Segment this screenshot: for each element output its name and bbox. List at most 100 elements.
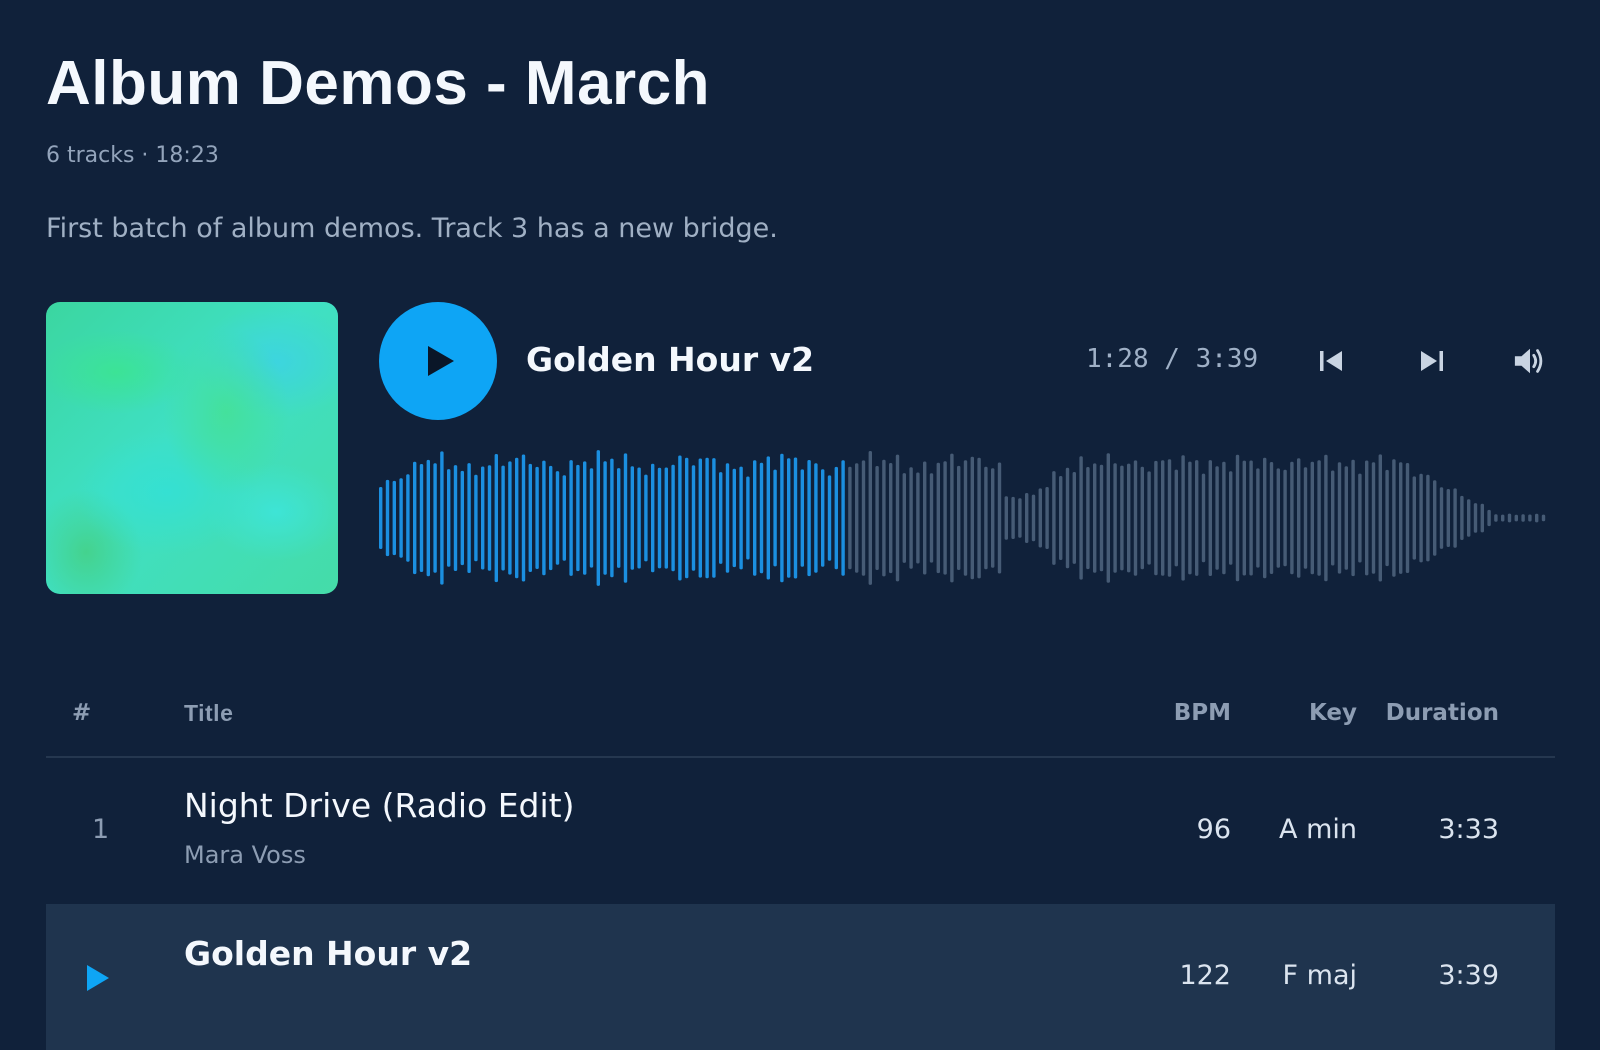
track-row-active[interactable]: Golden Hour v2 122 F maj 3:39 [46,904,1555,1050]
track-row[interactable]: 1 Night Drive (Radio Edit) Mara Voss 96 … [46,758,1555,904]
waveform-bar-played [467,463,471,573]
waveform-bar [875,466,879,570]
waveform-bar [1439,487,1444,549]
waveform-bar-played [821,469,825,567]
waveform-bar [1297,458,1301,578]
waveform-bar [1405,463,1410,573]
waveform-bar [1276,468,1280,568]
waveform-bar-played [413,461,417,575]
waveform-bar [1263,457,1267,579]
waveform-bar [1086,467,1090,570]
waveform-bar [1371,462,1376,574]
waveform-bar-played [691,465,696,571]
waveform-bar [1215,466,1219,570]
waveform-bar [868,451,872,585]
waveform-bar [1065,467,1070,569]
waveform-bar-played [780,453,784,583]
header-bpm: BPM [1173,700,1231,726]
waveform-bar-played [637,467,641,569]
waveform-bar [1419,473,1423,563]
waveform-scrubber[interactable] [379,445,1555,591]
waveform-bar-played [589,468,594,568]
now-playing-title: Golden Hour v2 [526,340,815,379]
previous-track-button[interactable] [1314,344,1348,378]
waveform-bar-played [617,468,621,568]
waveform-bar [1072,472,1076,564]
waveform-bar [1242,460,1246,576]
waveform-bar-played [494,454,498,583]
waveform-bar [1365,460,1369,576]
waveform-bar [1167,459,1172,577]
waveform-bar [1514,514,1518,522]
waveform-bar [1433,480,1437,556]
track-artist: Mara Voss [184,841,306,869]
waveform-bar [963,460,968,576]
waveform-bar [1324,454,1328,582]
waveform-bar [909,467,913,569]
track-duration: 3:33 [1438,814,1499,845]
playlist-page: Album Demos - March 6 tracks · 18:23 Fir… [46,0,1555,1050]
waveform-bar [923,461,927,575]
waveform-bar-played [385,479,390,557]
volume-button[interactable] [1513,344,1547,378]
waveform-bar [957,465,961,570]
waveform-bar [1303,467,1308,569]
waveform-bar-played [379,487,383,549]
waveform-bar [977,457,981,579]
waveform-bar [1290,461,1294,575]
waveform-bar [1031,494,1036,542]
waveform-bar [1473,503,1478,533]
playlist-description: First batch of album demos. Track 3 has … [46,213,778,244]
waveform-bar-played [569,460,573,576]
waveform-bar [1147,471,1151,565]
waveform-bar-played [542,460,546,576]
waveform-bar [1052,471,1056,565]
waveform-bar [1283,469,1287,567]
track-number: 1 [92,814,110,845]
track-title: Night Drive (Radio Edit) [184,786,575,825]
waveform-bar-played [753,460,757,576]
waveform-bar [1161,460,1165,576]
waveform-bar-played [698,458,702,578]
waveform-bar [1127,463,1131,573]
waveform-bar [1174,469,1178,567]
waveform-bar-played [678,455,682,581]
waveform-bar-played [515,457,519,579]
waveform-bar [895,454,900,582]
waveform-bar-played [583,461,587,575]
waveform-bar-played [453,465,458,571]
waveform-bar [916,472,920,564]
waveform-bar [1521,514,1525,522]
waveform-bar [943,461,947,575]
waveform-bar-played [562,475,566,561]
track-bpm: 122 [1179,960,1231,991]
waveform-bar [1140,466,1144,570]
waveform-bar-played [508,461,512,575]
waveform-bar [936,462,940,574]
waveform-bar-played [487,465,492,571]
waveform-bar [1222,461,1226,575]
waveform-bar-played [549,465,553,571]
waveform-bar [1079,456,1083,580]
header-key: Key [1308,700,1357,726]
waveform-bar-played [807,460,811,577]
waveform-bar-played [746,476,750,560]
waveform-bar-played [535,466,539,569]
waveform-bar [1351,459,1355,577]
track-title: Golden Hour v2 [184,934,473,973]
waveform-bar [1181,455,1185,581]
playlist-title: Album Demos - March [46,49,711,118]
waveform-bar [1120,465,1124,571]
waveform-bar [1269,462,1274,574]
skip-next-icon [1421,351,1443,371]
play-button[interactable] [379,302,497,420]
waveform-bar [1133,460,1138,576]
waveform-bar [1331,470,1335,566]
waveform-bar-played [651,463,655,573]
waveform-bar-played [406,474,410,562]
waveform-bar-played [460,470,464,566]
waveform-bar [1256,468,1260,568]
waveform-bar [1460,495,1464,540]
next-track-button[interactable] [1415,344,1449,378]
waveform-bar [1507,513,1512,523]
